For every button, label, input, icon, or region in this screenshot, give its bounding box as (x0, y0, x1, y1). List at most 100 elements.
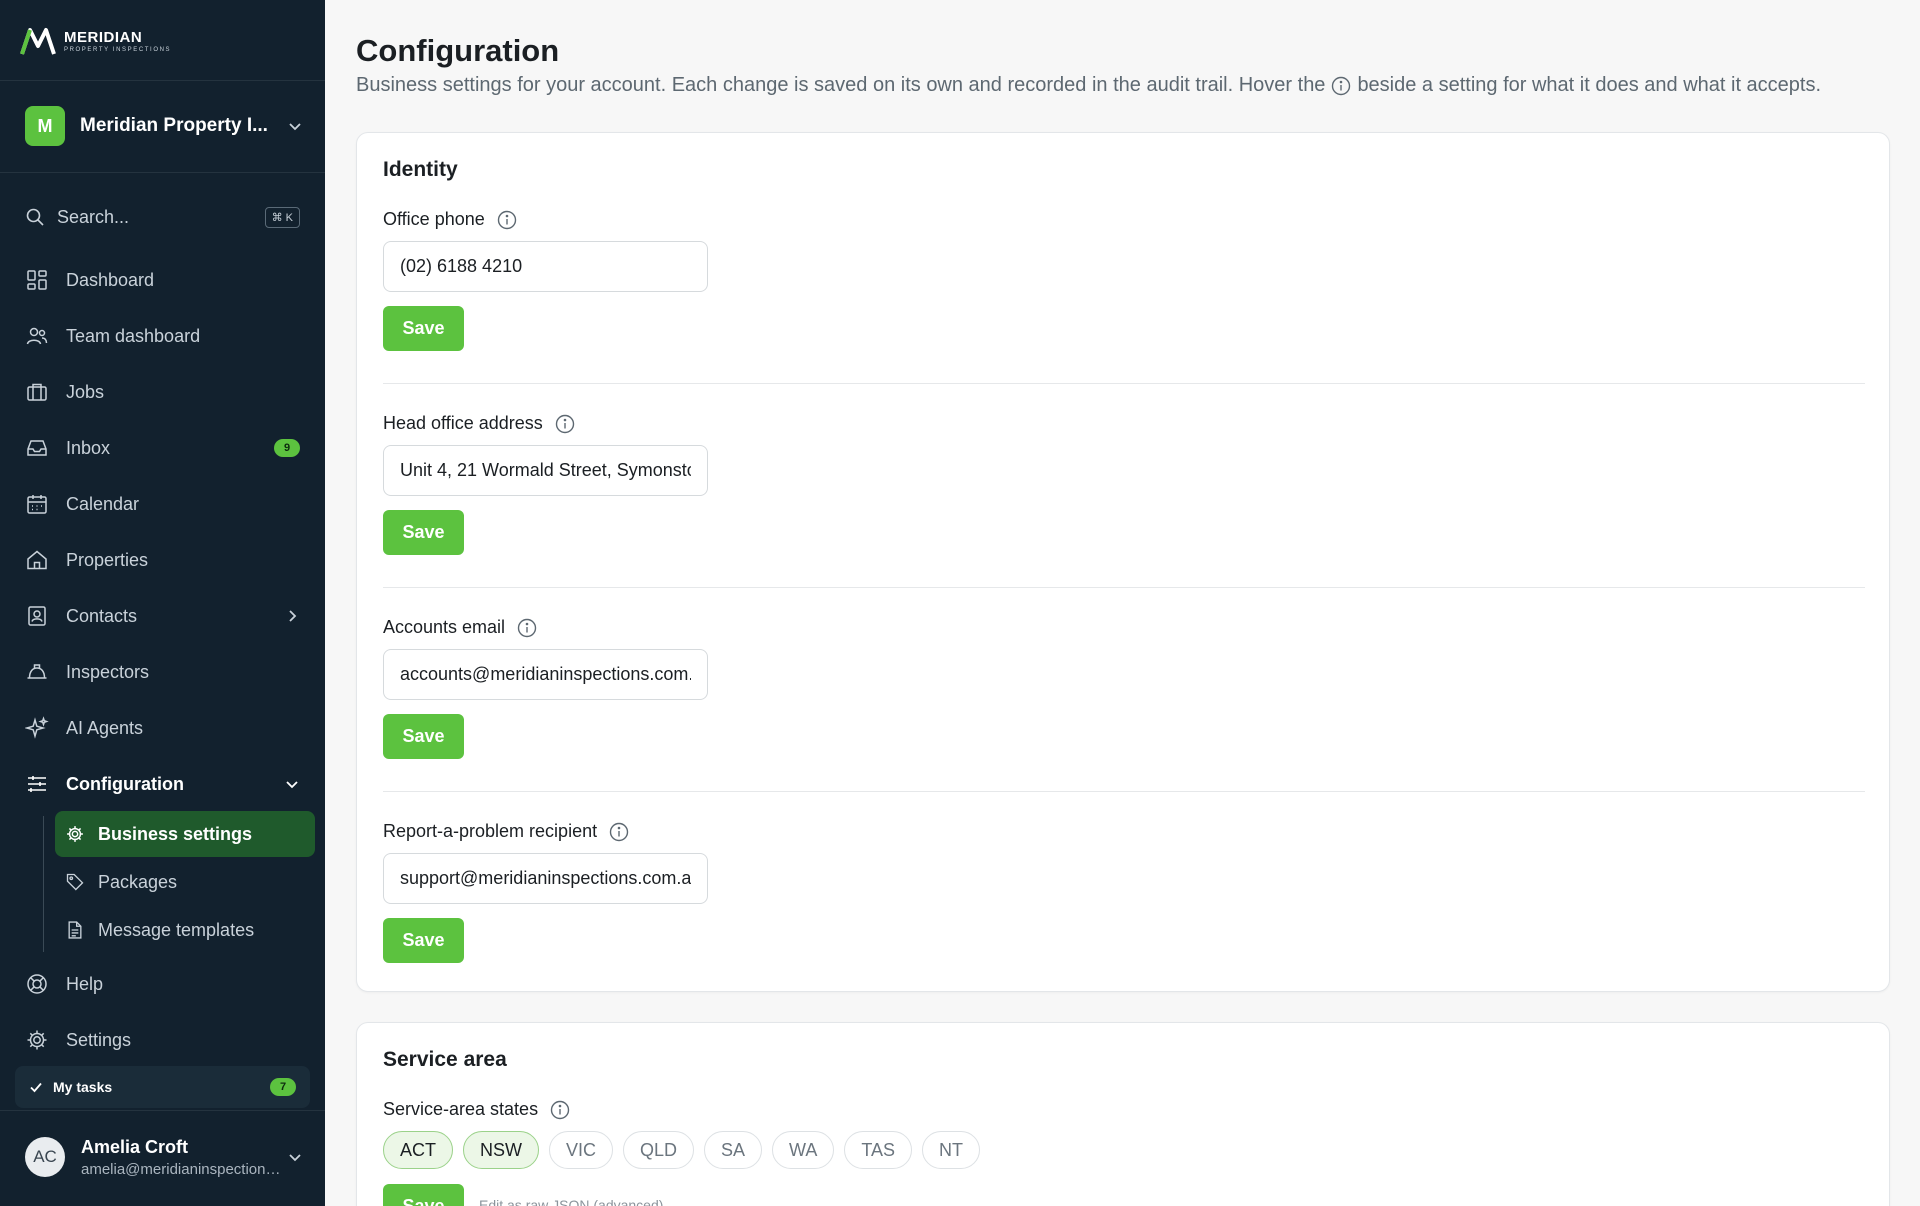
save-accounts-email-button[interactable]: Save (383, 714, 464, 759)
brand-tagline: PROPERTY INSPECTIONS (64, 47, 172, 53)
chevron-right-icon (289, 610, 297, 622)
chevron-down-icon (286, 781, 298, 789)
my-tasks-button[interactable]: My tasks 7 (15, 1066, 310, 1108)
subnav-label: Message templates (98, 919, 255, 940)
check-icon (30, 1082, 42, 1093)
team-icon (26, 327, 48, 345)
field-label-report-a-problem-recipient: Report-a-problem recipient (383, 821, 629, 842)
nav-label: Contacts (66, 605, 138, 626)
hardhat-icon (27, 664, 47, 679)
card-title: Service area (383, 1048, 507, 1071)
state-chip-nt[interactable]: NT (922, 1131, 981, 1169)
nav-ai-agents[interactable]: AI Agents (25, 708, 300, 748)
dashboard-icon (27, 270, 47, 290)
state-chip-nsw[interactable]: NSW (463, 1131, 539, 1169)
section-divider (383, 791, 1865, 792)
edit-raw-json-link[interactable]: Edit as raw JSON (advanced) (479, 1197, 663, 1206)
nav-team-dashboard[interactable]: Team dashboard (25, 316, 300, 356)
tasks-count-badge: 7 (270, 1078, 296, 1096)
org-avatar: M (25, 106, 65, 146)
subnav-message-templates[interactable]: Message templates (55, 907, 315, 953)
nav-dashboard[interactable]: Dashboard (25, 260, 300, 300)
sidebar: MERIDIAN PROPERTY INSPECTIONS M Meridian… (0, 0, 325, 1206)
field-label-text: Service-area states (383, 1099, 539, 1119)
subtitle-text: beside a setting for what it does and wh… (1357, 74, 1822, 96)
info-icon[interactable] (497, 210, 517, 230)
field-label-text: Head office address (383, 413, 543, 433)
nav-label: Jobs (66, 381, 105, 402)
search-icon (26, 208, 44, 226)
tag-icon (66, 873, 84, 891)
info-icon[interactable] (517, 618, 537, 638)
nav-calendar[interactable]: Calendar (25, 484, 300, 524)
nav-label: Inbox (66, 437, 111, 458)
save-report-problem-recipient-button[interactable]: Save (383, 918, 464, 963)
nav-inspectors[interactable]: Inspectors (25, 652, 300, 692)
page-title: Configuration (356, 33, 560, 68)
gear-icon (27, 1030, 47, 1050)
org-switcher[interactable]: M Meridian Property I... (25, 106, 303, 146)
info-icon (1332, 76, 1351, 95)
user-name: Amelia Croft (81, 1136, 189, 1157)
subnav-packages[interactable]: Packages (55, 859, 315, 905)
field-label-accounts-email: Accounts email (383, 617, 537, 638)
nav-configuration[interactable]: Configuration (25, 764, 300, 804)
org-name: Meridian Property I... (80, 115, 268, 136)
nav-help[interactable]: Help (25, 964, 300, 1004)
office-phone-input[interactable] (383, 241, 708, 292)
identity-card: Identity Office phone Save Head office a… (356, 132, 1890, 992)
state-chip-sa[interactable]: SA (704, 1131, 763, 1169)
page-subtitle: Business settings for your account. Each… (356, 74, 1821, 97)
subnav-business-settings[interactable]: Business settings (55, 811, 315, 857)
state-chip-qld[interactable]: QLD (623, 1131, 695, 1169)
nav-properties[interactable]: Properties (25, 540, 300, 580)
nav-jobs[interactable]: Jobs (25, 372, 300, 412)
inbox-count-badge: 9 (274, 439, 300, 457)
divider (0, 172, 325, 173)
nav-label: AI Agents (66, 717, 144, 738)
submenu-guide-line (43, 816, 44, 952)
section-divider (383, 587, 1865, 588)
info-icon[interactable] (550, 1100, 570, 1120)
user-menu[interactable]: AC Amelia Croft amelia@meridianinspectio… (25, 1134, 303, 1180)
brand-name: MERIDIAN (64, 29, 143, 46)
save-office-phone-button[interactable]: Save (383, 306, 464, 351)
nav-label: Calendar (66, 493, 140, 514)
brand-logo[interactable]: MERIDIAN PROPERTY INSPECTIONS (20, 26, 171, 56)
section-divider (383, 383, 1865, 384)
search-shortcut: ⌘ K (264, 206, 300, 228)
main-content: Configuration Business settings for your… (325, 0, 1920, 1206)
state-chip-act[interactable]: ACT (383, 1131, 453, 1169)
nav-label: Configuration (66, 773, 184, 794)
home-icon (27, 550, 47, 570)
service-area-card: Service area Service-area states ACT NSW… (356, 1022, 1890, 1206)
nav-settings[interactable]: Settings (25, 1020, 300, 1060)
nav-label: Help (66, 973, 104, 994)
field-label-text: Accounts email (383, 617, 506, 637)
state-chip-wa[interactable]: WA (772, 1131, 835, 1169)
inbox-icon (27, 440, 47, 456)
my-tasks-label: My tasks (53, 1079, 113, 1095)
sliders-icon (28, 776, 46, 792)
info-icon[interactable] (555, 414, 575, 434)
info-icon[interactable] (609, 822, 629, 842)
nav-label: Dashboard (66, 269, 155, 290)
divider (0, 80, 325, 81)
briefcase-icon (27, 383, 47, 401)
nav-contacts[interactable]: Contacts (25, 596, 300, 636)
sparkles-icon (25, 716, 49, 739)
field-label-office-phone: Office phone (383, 209, 517, 230)
nav-label: Inspectors (66, 661, 150, 682)
save-service-area-button[interactable]: Save (383, 1184, 464, 1206)
save-head-office-address-button[interactable]: Save (383, 510, 464, 555)
accounts-email-input[interactable] (383, 649, 708, 700)
state-chip-tas[interactable]: TAS (844, 1131, 913, 1169)
document-icon (68, 921, 82, 939)
state-chip-vic[interactable]: VIC (549, 1131, 614, 1169)
report-problem-recipient-input[interactable] (383, 853, 708, 904)
nav-inbox[interactable]: Inbox 9 (25, 428, 300, 468)
nav-label: Settings (66, 1029, 132, 1050)
sidebar-search[interactable]: Search... ⌘ K (25, 204, 300, 230)
head-office-address-input[interactable] (383, 445, 708, 496)
field-label-service-area-states: Service-area states (383, 1099, 570, 1120)
